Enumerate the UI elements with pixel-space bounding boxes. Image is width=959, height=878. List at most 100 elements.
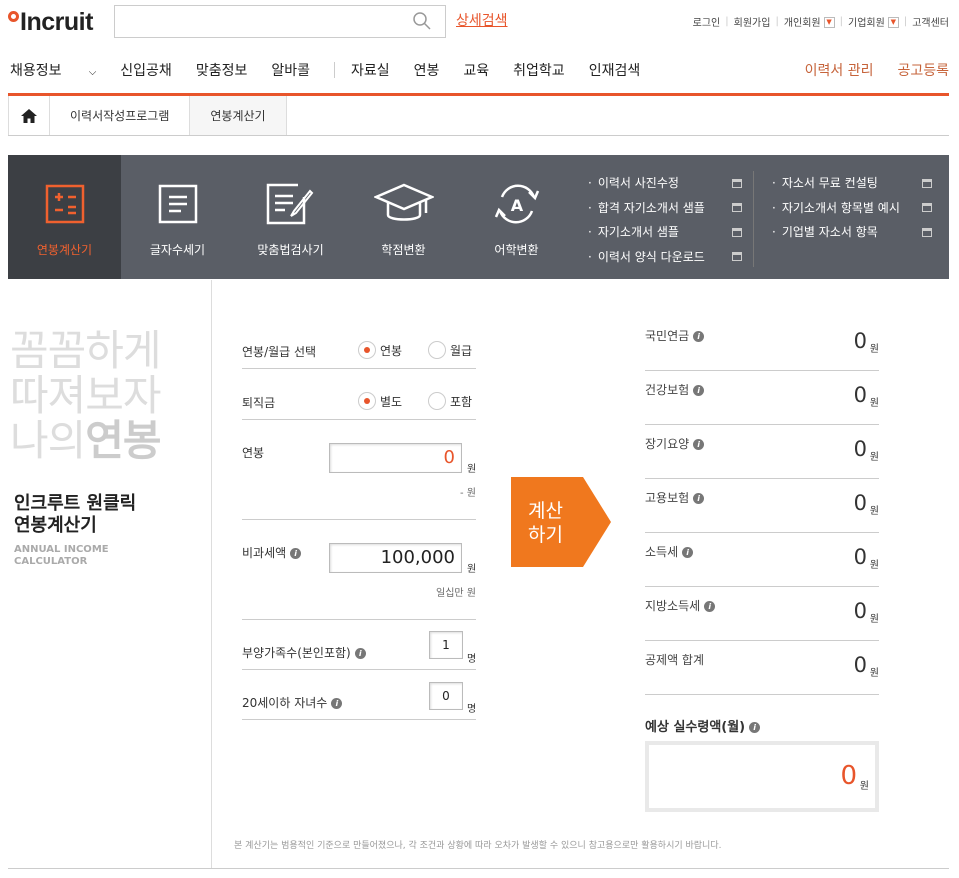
info-icon[interactable]: i [693, 331, 705, 342]
salary-input[interactable]: 0 [329, 443, 462, 473]
children-unit: 명 [467, 704, 477, 715]
link-label: 이력서 사진수정 [588, 171, 679, 196]
home-icon[interactable] [8, 96, 50, 135]
search-input[interactable] [114, 5, 446, 38]
nav-resources[interactable]: 자료실 [351, 60, 390, 80]
nav-jobs-label: 채용정보 [10, 63, 62, 79]
calculator-icon [45, 184, 84, 224]
window-icon [732, 227, 742, 237]
tool-char-count[interactable]: 글자수세기 [121, 155, 234, 279]
link-resume-download[interactable]: 이력서 양식 다운로드 [588, 245, 742, 270]
severance-label: 퇴직금 [242, 396, 276, 410]
corporate-member-link[interactable]: 기업회원 [848, 14, 885, 29]
salary-label: 연봉 [242, 446, 265, 460]
info-icon[interactable]: i [749, 722, 761, 733]
tool-label: 글자수세기 [149, 243, 206, 257]
tool-label: 맞춤법검사기 [257, 243, 324, 257]
login-link[interactable]: 로그인 [693, 14, 721, 29]
app-title-en-line: ANNUAL INCOME [14, 544, 109, 555]
nav-jobs[interactable]: 채용정보 ⌵ [10, 60, 96, 80]
link-pass-sample[interactable]: 합격 자기소개서 샘플 [588, 196, 742, 221]
info-icon[interactable]: i [704, 601, 716, 612]
dependents-input[interactable]: 1 [429, 631, 463, 659]
result-label-text: 소득세 [645, 545, 679, 559]
info-icon[interactable]: i [682, 547, 694, 558]
link-label: 자소서 무료 컨설팅 [772, 171, 878, 196]
language-convert-icon: A [494, 184, 539, 224]
result-unit: 원 [869, 614, 879, 625]
customer-center-link[interactable]: 고객센터 [912, 14, 949, 29]
radio-monthly[interactable]: 월급 [428, 341, 472, 359]
info-icon[interactable]: i [354, 648, 366, 659]
breadcrumb-salary-calc[interactable]: 연봉계산기 [190, 96, 287, 135]
nav-new-grad[interactable]: 신입공채 [120, 60, 172, 80]
calc-line: 계산 [528, 500, 563, 522]
result-unit: 원 [869, 344, 879, 355]
result-unit: 원 [869, 506, 879, 517]
tools-links-left: 이력서 사진수정 합격 자기소개서 샘플 자기소개서 샘플 이력서 양식 다운로… [588, 171, 742, 269]
tool-grade-convert[interactable]: 학점변환 [347, 155, 460, 279]
side-divider [211, 280, 212, 868]
tool-spell-check[interactable]: 맞춤법검사기 [234, 155, 347, 279]
nav-job-school[interactable]: 취업학교 [513, 60, 565, 80]
window-icon [922, 178, 932, 188]
radio-included[interactable]: 포함 [428, 392, 472, 410]
result-label-text: 장기요양 [645, 437, 690, 451]
breadcrumb-resume-program[interactable]: 이력서작성프로그램 [50, 96, 191, 135]
signup-link[interactable]: 회원가입 [734, 14, 771, 29]
link-label: 합격 자기소개서 샘플 [588, 196, 705, 221]
result-value: 0 [853, 437, 867, 461]
advanced-search-link[interactable]: 상세검색 [456, 10, 508, 30]
link-free-consult[interactable]: 자소서 무료 컨설팅 [772, 171, 932, 196]
calculate-button[interactable]: 계산 하기 [511, 477, 611, 567]
graduation-cap-icon [373, 183, 434, 221]
search-icon[interactable] [412, 11, 432, 31]
nav-education[interactable]: 교육 [463, 60, 489, 80]
app-title-line: 연봉계산기 [14, 515, 97, 536]
logo-text: Incruit [20, 8, 93, 36]
radio-separate[interactable]: 별도 [358, 392, 402, 410]
nav-talent-search[interactable]: 인재검색 [589, 60, 641, 80]
final-label: 예상 실수령액(월) i [645, 716, 761, 735]
nav-resume-manage[interactable]: 이력서 관리 [805, 60, 874, 80]
children-input[interactable]: 0 [429, 682, 463, 710]
nav-custom[interactable]: 맞춤정보 [196, 60, 248, 80]
chevron-down-icon[interactable]: ▼ [823, 17, 835, 28]
svg-text:A: A [510, 196, 523, 215]
radio-annual[interactable]: 연봉 [358, 341, 402, 359]
nontax-input[interactable]: 100,000 [329, 543, 462, 573]
info-icon[interactable]: i [693, 439, 705, 450]
nontax-label: 비과세액 i [242, 544, 302, 561]
nav-albacall[interactable]: 알바콜 [271, 60, 310, 80]
link-intro-sample[interactable]: 자기소개서 샘플 [588, 220, 742, 245]
link-photo-edit[interactable]: 이력서 사진수정 [588, 171, 742, 196]
tool-salary-calc[interactable]: 연봉계산기 [8, 155, 121, 279]
link-company-items[interactable]: 기업별 자소서 항목 [772, 220, 932, 245]
result-label: 소득세 i [645, 543, 694, 560]
info-icon[interactable]: i [693, 493, 705, 504]
app-title-en-line: CALCULATOR [14, 556, 88, 567]
info-icon[interactable]: i [331, 698, 343, 709]
result-label-text: 국민연금 [645, 329, 690, 343]
nav-salary[interactable]: 연봉 [414, 60, 440, 80]
nav-post-job[interactable]: 공고등록 [897, 60, 949, 80]
link-label: 자기소개서 항목별 예시 [772, 196, 900, 221]
tool-label: 어학변환 [494, 243, 539, 257]
info-icon[interactable]: i [290, 548, 302, 559]
link-item-examples[interactable]: 자기소개서 항목별 예시 [772, 196, 932, 221]
nontax-unit: 원 [467, 564, 477, 575]
chevron-down-icon: ⌵ [85, 67, 97, 78]
result-value: 0 [853, 383, 867, 407]
personal-member-link[interactable]: 개인회원 [784, 14, 821, 29]
incruit-logo[interactable]: Incruit [8, 8, 93, 37]
chevron-down-icon[interactable]: ▼ [887, 17, 899, 28]
nav-right: 이력서 관리 공고등록 [805, 60, 949, 80]
slogan-line: 꼼꼼하게 [10, 326, 162, 375]
result-label: 장기요양 i [645, 435, 705, 452]
tool-language-convert[interactable]: A 어학변환 [460, 155, 573, 279]
result-row: 건강보험 i 0 원 [645, 371, 879, 425]
result-label: 공제액 합계 [645, 651, 704, 668]
info-icon[interactable]: i [693, 385, 705, 396]
final-amount: 0 [840, 761, 857, 791]
window-icon [922, 203, 932, 213]
